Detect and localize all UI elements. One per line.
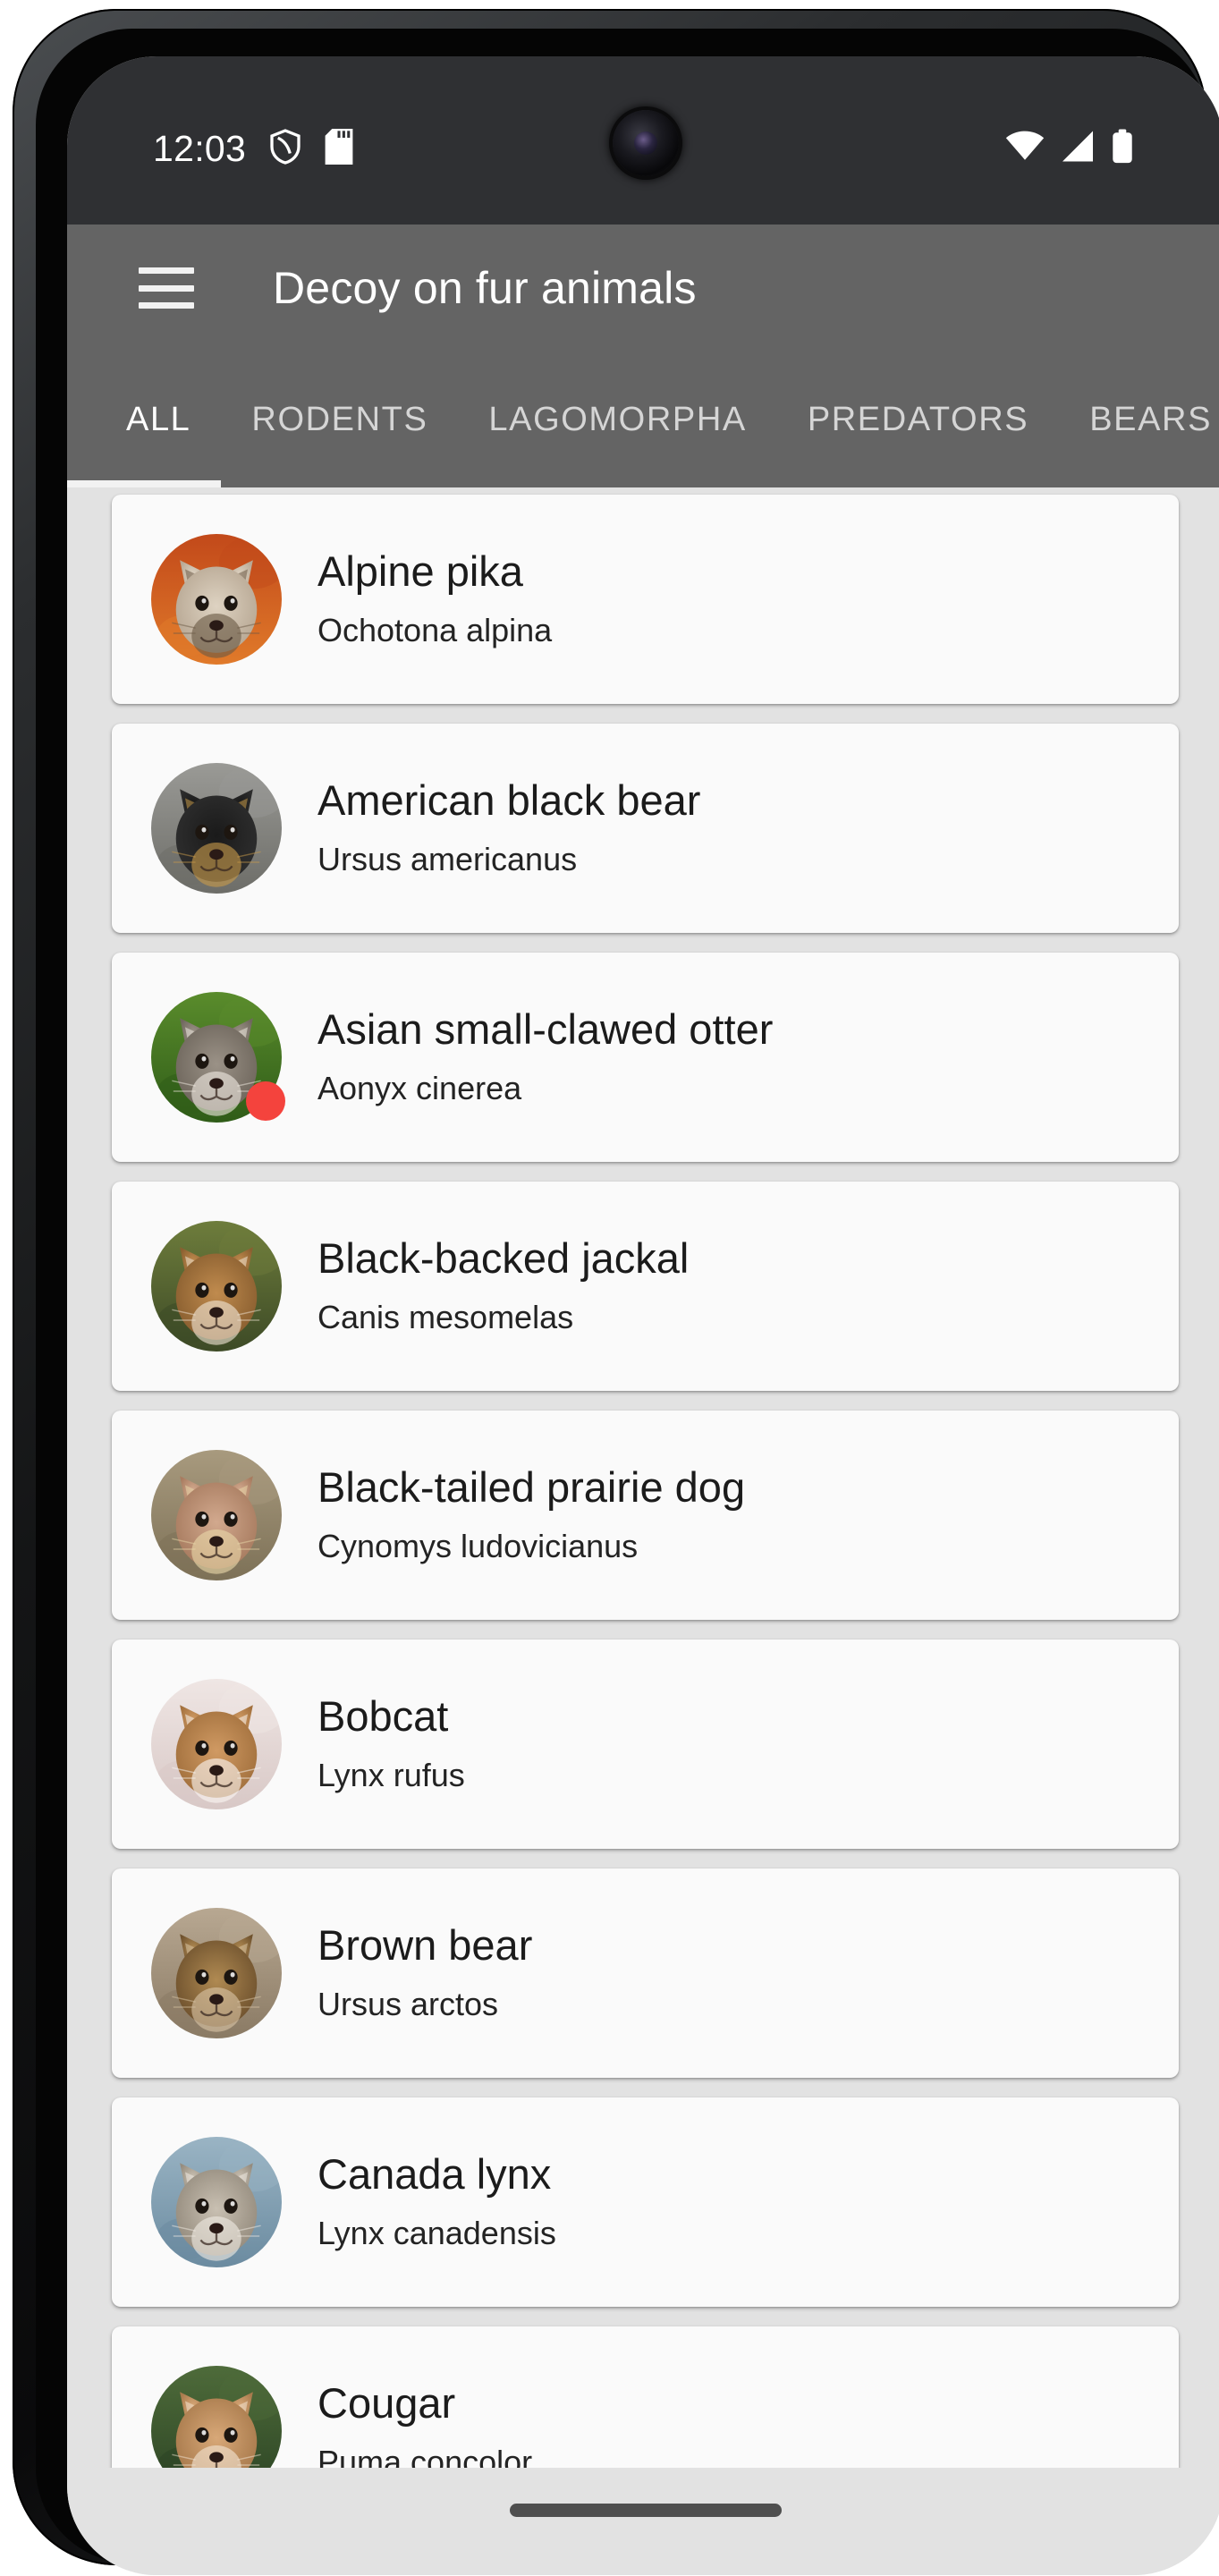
tab-bears[interactable]: BEARS [1059, 352, 1219, 487]
status-bar-right-group [1005, 129, 1134, 168]
animal-scientific-name: Aonyx cinerea [317, 1069, 522, 1106]
animal-list-item[interactable]: Black-backed jackal Canis mesomelas [112, 1182, 1179, 1391]
animal-photo [151, 1908, 282, 2038]
animal-avatar-image [151, 1908, 282, 2038]
animal-scientific-name: Lynx canadensis [317, 2214, 556, 2251]
animal-common-name: Bobcat [317, 1692, 449, 1741]
home-gesture-pill[interactable] [509, 2503, 782, 2517]
animal-list-item[interactable]: Canada lynx Lynx canadensis [112, 2097, 1179, 2307]
status-bar: 12:03 [67, 56, 1219, 225]
animal-list-item[interactable]: Brown bear Ursus arctos [112, 1868, 1179, 2078]
avatar [151, 2137, 282, 2267]
animal-common-name: Asian small-clawed otter [317, 1005, 774, 1054]
status-badge [246, 1081, 285, 1121]
navigation-bar [67, 2468, 1219, 2575]
avatar [151, 1450, 282, 1580]
camera-lens [633, 131, 657, 155]
phone-frame: 12:03 Decoy on fur animals ALL RODENTS L… [13, 9, 1219, 2575]
phone-screen: 12:03 Decoy on fur animals ALL RODENTS L… [67, 56, 1219, 2575]
app-bar: Decoy on fur animals [67, 225, 1219, 352]
animal-common-name: Alpine pika [317, 547, 523, 596]
animal-avatar-image [151, 1450, 282, 1580]
animal-text-block: Canada lynx Lynx canadensis [317, 2152, 556, 2251]
tab-bears-label: BEARS [1089, 400, 1213, 438]
animal-list-item[interactable]: American black bear Ursus americanus [112, 724, 1179, 933]
avatar [151, 534, 282, 665]
animal-scientific-name: Canis mesomelas [317, 1298, 574, 1335]
animal-scientific-name: Lynx rufus [317, 1756, 465, 1793]
animal-list-item[interactable]: Cougar Puma concolor [112, 2326, 1179, 2468]
avatar [151, 1908, 282, 2038]
animal-photo [151, 1450, 282, 1580]
animal-list-item[interactable]: Alpine pika Ochotona alpina [112, 495, 1179, 704]
avatar [151, 1679, 282, 1809]
animal-photo [151, 534, 282, 665]
tab-all-label: ALL [126, 400, 191, 438]
animal-scientific-name: Ursus arctos [317, 1985, 499, 2022]
tab-lagomorpha[interactable]: LAGOMORPHA [458, 352, 776, 487]
animal-list-item[interactable]: Asian small-clawed otter Aonyx cinerea [112, 953, 1179, 1162]
tab-bar[interactable]: ALL RODENTS LAGOMORPHA PREDATORS BEARS [67, 352, 1219, 487]
status-clock: 12:03 [153, 127, 247, 169]
animal-common-name: American black bear [317, 776, 701, 825]
shield-icon [269, 128, 301, 169]
animal-text-block: Asian small-clawed otter Aonyx cinerea [317, 1007, 773, 1106]
animal-list-item[interactable]: Black-tailed prairie dog Cynomys ludovic… [112, 1411, 1179, 1620]
avatar [151, 763, 282, 894]
menu-line-1 [139, 267, 194, 274]
animal-avatar-image [151, 1221, 282, 1352]
animal-common-name: Black-backed jackal [317, 1234, 690, 1283]
wifi-icon [1005, 131, 1045, 166]
animal-list[interactable]: Alpine pika Ochotona alpina American bla… [67, 487, 1219, 2468]
animal-text-block: Bobcat Lynx rufus [317, 1694, 465, 1793]
animal-common-name: Black-tailed prairie dog [317, 1463, 746, 1512]
battery-icon [1111, 129, 1134, 168]
front-camera-punch-hole [612, 110, 679, 176]
animal-photo [151, 2366, 282, 2468]
animal-avatar-image [151, 763, 282, 894]
animal-scientific-name: Puma concolor [317, 2443, 533, 2468]
animal-text-block: American black bear Ursus americanus [317, 778, 700, 877]
avatar [151, 992, 285, 1123]
menu-line-3 [139, 302, 194, 309]
tab-all[interactable]: ALL [67, 352, 222, 487]
menu-line-2 [139, 284, 194, 292]
animal-list-item[interactable]: Bobcat Lynx rufus [112, 1640, 1179, 1849]
animal-text-block: Brown bear Ursus arctos [317, 1923, 532, 2022]
avatar [151, 1221, 282, 1352]
tab-rodents[interactable]: RODENTS [221, 352, 458, 487]
animal-photo [151, 2137, 282, 2267]
animal-text-block: Black-tailed prairie dog Cynomys ludovic… [317, 1465, 745, 1564]
status-bar-left-group: 12:03 [153, 128, 353, 170]
sd-card-icon [325, 128, 353, 169]
animal-common-name: Canada lynx [317, 2150, 552, 2199]
avatar [151, 2366, 282, 2468]
tab-lagomorpha-label: LAGOMORPHA [488, 400, 747, 438]
phone-bezel: 12:03 Decoy on fur animals ALL RODENTS L… [36, 29, 1219, 2575]
page-title: Decoy on fur animals [273, 263, 697, 313]
animal-avatar-image [151, 1679, 282, 1809]
animal-photo [151, 763, 282, 894]
tab-predators-label: PREDATORS [807, 400, 1029, 438]
animal-avatar-image [151, 534, 282, 665]
animal-avatar-image [151, 2137, 282, 2267]
tab-predators[interactable]: PREDATORS [777, 352, 1059, 487]
animal-avatar-image [151, 2366, 282, 2468]
hamburger-menu-icon[interactable] [139, 267, 194, 309]
animal-text-block: Black-backed jackal Canis mesomelas [317, 1236, 689, 1335]
animal-photo [151, 1221, 282, 1352]
cellular-signal-icon [1060, 131, 1096, 166]
animal-common-name: Cougar [317, 2379, 456, 2428]
animal-scientific-name: Ursus americanus [317, 840, 578, 877]
animal-photo [151, 1679, 282, 1809]
animal-text-block: Alpine pika Ochotona alpina [317, 549, 552, 648]
animal-scientific-name: Ochotona alpina [317, 611, 553, 648]
tab-rodents-label: RODENTS [251, 400, 428, 438]
animal-common-name: Brown bear [317, 1921, 533, 1970]
animal-text-block: Cougar Puma concolor [317, 2381, 532, 2468]
animal-scientific-name: Cynomys ludovicianus [317, 1527, 639, 1564]
